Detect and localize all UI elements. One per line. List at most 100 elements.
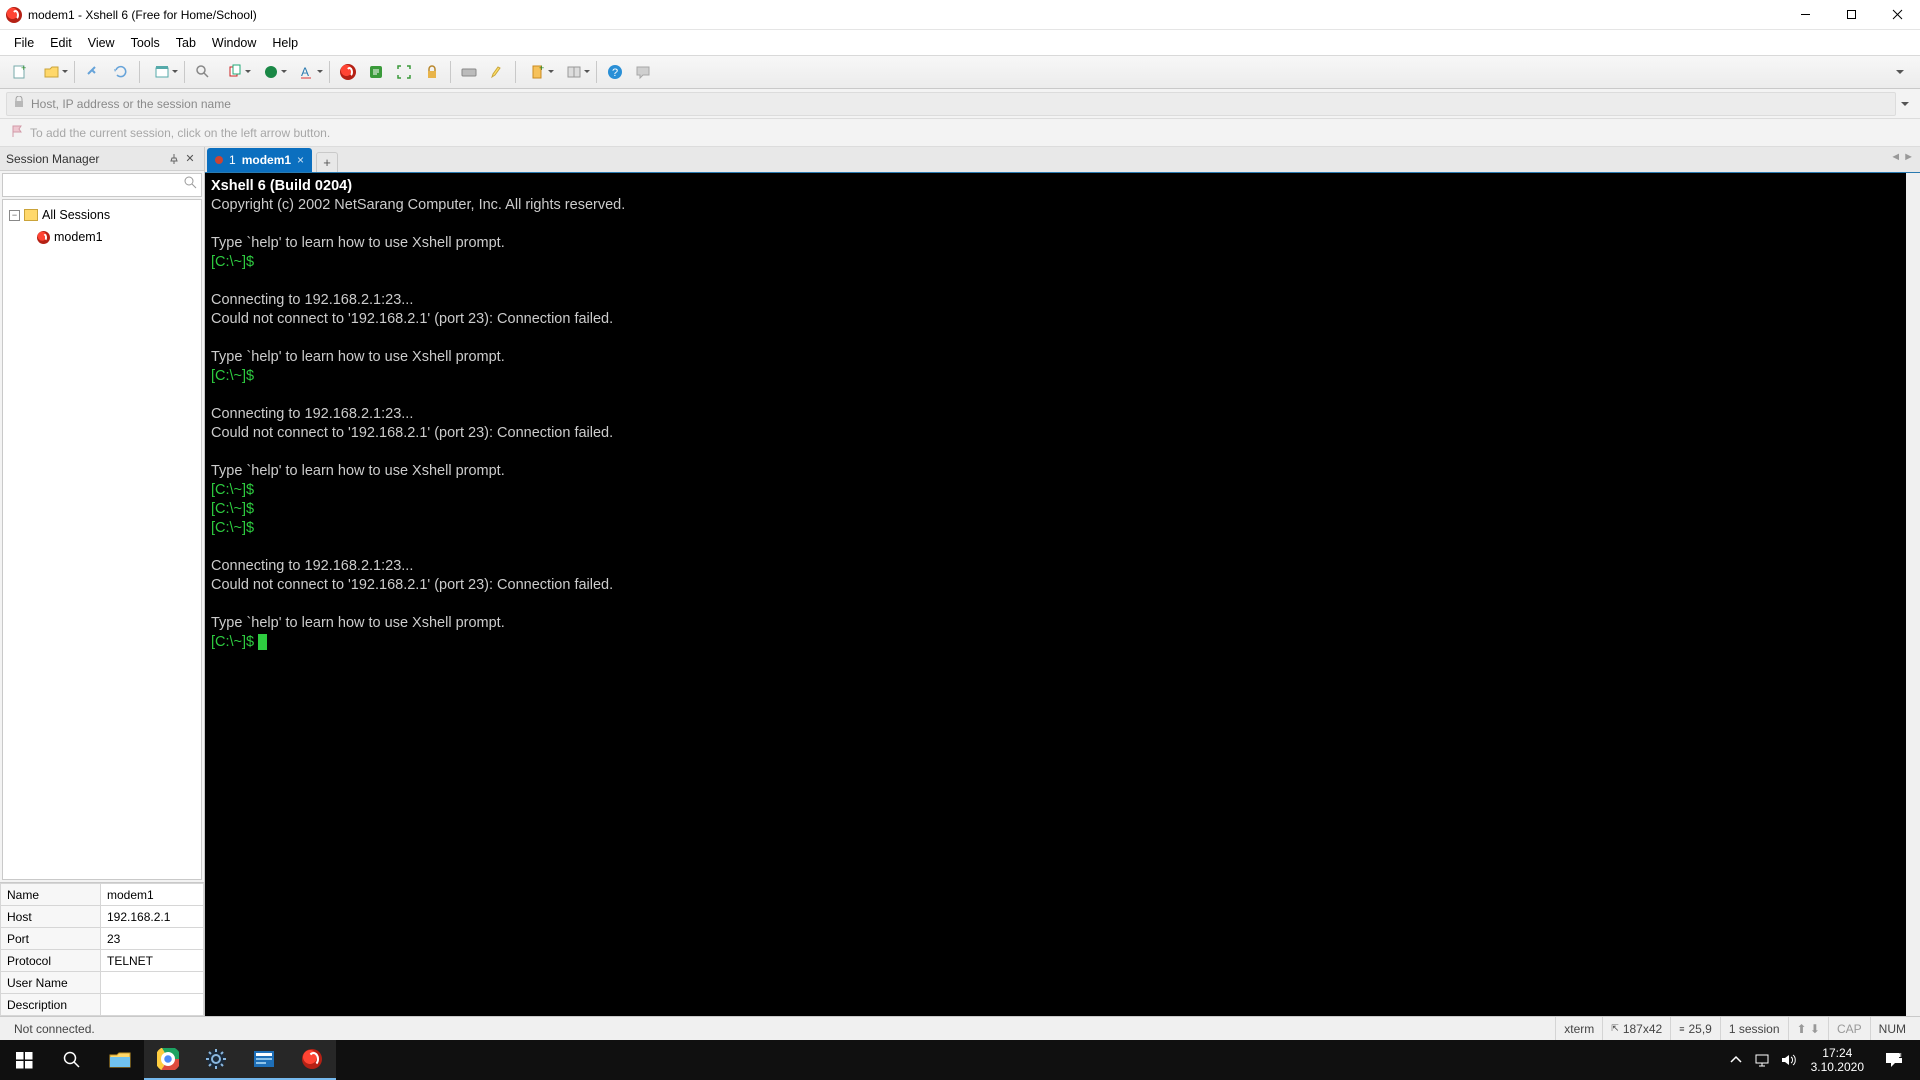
window-title: modem1 - Xshell 6 (Free for Home/School)	[28, 8, 1782, 22]
status-num: NUM	[1870, 1017, 1914, 1040]
tab-add-button[interactable]: +	[316, 152, 338, 172]
tab-label: modem1	[242, 153, 291, 167]
svg-text:+: +	[21, 64, 26, 73]
tray-clock[interactable]: 17:24 3.10.2020	[1801, 1046, 1874, 1074]
disconnect-button[interactable]	[80, 59, 106, 85]
address-input[interactable]: Host, IP address or the session name	[6, 92, 1896, 116]
find-button[interactable]	[190, 59, 216, 85]
windows-taskbar: 17:24 3.10.2020 1	[0, 1040, 1920, 1080]
toolbar-separator	[450, 61, 451, 83]
tray-network-icon[interactable]	[1749, 1040, 1775, 1080]
toolbar-overflow-button[interactable]	[1887, 59, 1913, 85]
xftp-button[interactable]	[363, 59, 389, 85]
taskbar-explorer[interactable]	[96, 1040, 144, 1080]
prop-row-port: Port23	[1, 928, 204, 950]
menu-bar: File Edit View Tools Tab Window Help	[0, 30, 1920, 55]
menu-tools[interactable]: Tools	[123, 33, 168, 53]
tray-volume-icon[interactable]	[1775, 1040, 1801, 1080]
copy-button[interactable]	[218, 59, 252, 85]
menu-window[interactable]: Window	[204, 33, 264, 53]
status-updown: ⬆ ⬇	[1788, 1017, 1828, 1040]
svg-text:+: +	[539, 64, 544, 73]
svg-text:A: A	[301, 65, 309, 79]
menu-tab[interactable]: Tab	[168, 33, 204, 53]
tab-prev-button[interactable]: ◄	[1890, 151, 1901, 163]
tree-root[interactable]: − All Sessions	[3, 204, 201, 226]
hint-bar: To add the current session, click on the…	[0, 119, 1920, 147]
app-icon	[6, 7, 22, 23]
keyboard-button[interactable]	[456, 59, 482, 85]
prop-row-description: Description	[1, 994, 204, 1016]
reconnect-button[interactable]	[108, 59, 134, 85]
panel-close-button[interactable]: ✕	[182, 151, 198, 167]
menu-file[interactable]: File	[6, 33, 42, 53]
properties-button[interactable]	[145, 59, 179, 85]
toolbar-separator	[596, 61, 597, 83]
main-area: Session Manager ✕ − All Sessions modem1 …	[0, 147, 1920, 1016]
hint-text: To add the current session, click on the…	[30, 126, 330, 140]
flag-icon	[10, 124, 24, 141]
terminal[interactable]: Xshell 6 (Build 0204)Copyright (c) 2002 …	[205, 173, 1920, 1016]
highlight-button[interactable]	[484, 59, 510, 85]
taskbar-xshell[interactable]	[288, 1040, 336, 1080]
search-button[interactable]	[48, 1040, 96, 1080]
search-icon	[184, 176, 197, 194]
lock-button[interactable]	[419, 59, 445, 85]
session-properties: Namemodem1 Host192.168.2.1 Port23 Protoc…	[0, 882, 204, 1016]
new-session-button[interactable]: +	[7, 59, 33, 85]
start-button[interactable]	[0, 1040, 48, 1080]
tree-collapse-icon[interactable]: −	[9, 210, 20, 221]
tab-bar: 1 modem1 × + ◄ ►	[205, 147, 1920, 173]
taskbar-settings[interactable]	[192, 1040, 240, 1080]
prop-row-host: Host192.168.2.1	[1, 906, 204, 928]
new-file-button[interactable]: +	[521, 59, 555, 85]
feedback-button[interactable]	[630, 59, 656, 85]
open-session-button[interactable]	[35, 59, 69, 85]
system-tray: 17:24 3.10.2020 1	[1723, 1040, 1920, 1080]
tree-item-label: modem1	[54, 230, 103, 244]
font-button[interactable]: A	[290, 59, 324, 85]
tab-index: 1	[229, 153, 236, 167]
session-manager-panel: Session Manager ✕ − All Sessions modem1 …	[0, 147, 205, 1016]
toolbar: + A + ?	[0, 55, 1920, 89]
session-search-input[interactable]	[7, 178, 184, 192]
tab-close-button[interactable]: ×	[297, 153, 304, 167]
prop-row-protocol: ProtocolTELNET	[1, 950, 204, 972]
maximize-button[interactable]	[1828, 0, 1874, 30]
tab-modem1[interactable]: 1 modem1 ×	[207, 148, 312, 172]
menu-view[interactable]: View	[80, 33, 123, 53]
tab-nav: ◄ ►	[1890, 151, 1914, 163]
lock-icon	[13, 96, 25, 111]
tray-date: 3.10.2020	[1811, 1060, 1864, 1074]
tray-chevron-up-icon[interactable]	[1723, 1040, 1749, 1080]
session-tree[interactable]: − All Sessions modem1	[2, 199, 202, 880]
menu-edit[interactable]: Edit	[42, 33, 80, 53]
close-button[interactable]	[1874, 0, 1920, 30]
layout-button[interactable]	[557, 59, 591, 85]
xshell-button[interactable]	[335, 59, 361, 85]
toolbar-separator	[74, 61, 75, 83]
help-button[interactable]: ?	[602, 59, 628, 85]
tree-item-modem1[interactable]: modem1	[3, 226, 201, 248]
taskbar-taskmgr[interactable]	[240, 1040, 288, 1080]
session-search[interactable]	[2, 173, 202, 197]
pin-button[interactable]	[166, 151, 182, 167]
prop-row-name: Namemodem1	[1, 884, 204, 906]
tab-status-icon	[215, 156, 223, 164]
session-icon	[37, 231, 50, 244]
tab-next-button[interactable]: ►	[1903, 151, 1914, 163]
status-size: ⇱187x42	[1602, 1017, 1670, 1040]
menu-help[interactable]: Help	[264, 33, 306, 53]
color-scheme-button[interactable]	[254, 59, 288, 85]
fullscreen-button[interactable]	[391, 59, 417, 85]
taskbar-chrome[interactable]	[144, 1040, 192, 1080]
tray-notifications[interactable]: 1	[1874, 1040, 1920, 1080]
prop-row-username: User Name	[1, 972, 204, 994]
address-history-button[interactable]	[1896, 92, 1914, 116]
minimize-button[interactable]	[1782, 0, 1828, 30]
session-manager-title: Session Manager	[6, 152, 99, 166]
status-cap: CAP	[1828, 1017, 1870, 1040]
tray-time: 17:24	[1811, 1046, 1864, 1060]
status-sessions: 1 session	[1720, 1017, 1788, 1040]
toolbar-separator	[515, 61, 516, 83]
